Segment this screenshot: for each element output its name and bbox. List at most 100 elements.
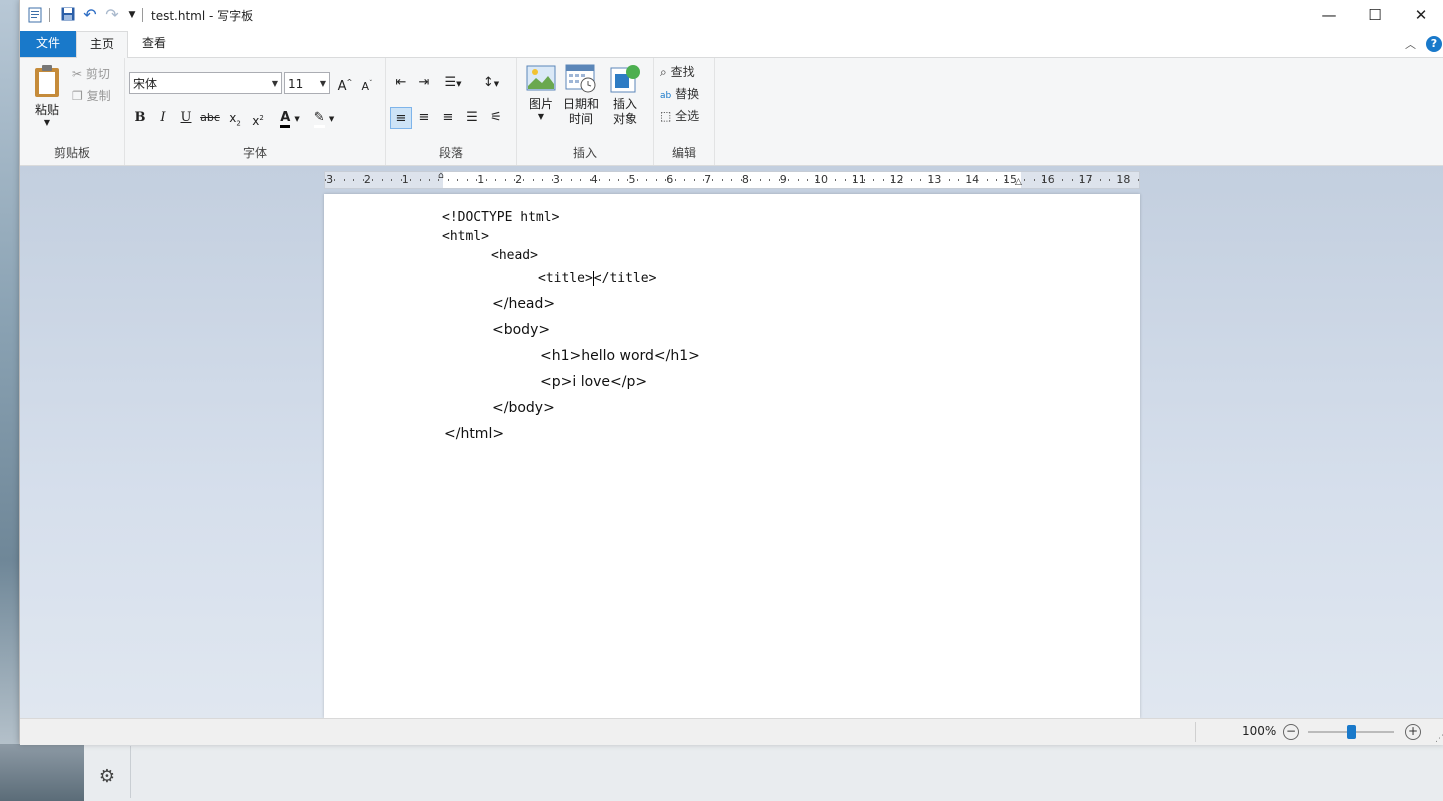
- ruler-tick: [929, 179, 931, 181]
- shrink-font-button[interactable]: Aˇ: [356, 72, 378, 94]
- underline-button[interactable]: U: [175, 107, 197, 129]
- zoom-level[interactable]: 100%: [1242, 724, 1276, 738]
- ruler-tick: [806, 179, 808, 181]
- datetime-label-line2: 时间: [568, 112, 593, 126]
- paste-chevron-down-icon[interactable]: ▼: [28, 118, 66, 127]
- status-bar: 100% − + ⋰: [20, 718, 1443, 745]
- paste-label: 粘贴: [34, 103, 59, 117]
- bold-icon: B: [134, 110, 146, 125]
- justify-icon: ☰: [466, 110, 478, 125]
- select-all-button[interactable]: ⬚ 全选: [660, 106, 699, 126]
- redo-icon[interactable]: ↷: [104, 7, 120, 23]
- wordpad-app-icon[interactable]: [27, 7, 43, 23]
- ruler-tick: [447, 179, 449, 181]
- resize-grip[interactable]: ⋰: [1435, 734, 1443, 744]
- ruler-tick: [901, 179, 903, 181]
- clipboard-icon: [28, 64, 66, 101]
- font-size-select[interactable]: 11 ▼: [284, 72, 330, 94]
- replace-button[interactable]: ab 替换: [660, 84, 699, 104]
- ruler-tick: [712, 179, 714, 181]
- ruler-tick: [1024, 179, 1026, 181]
- ruler-tick: [362, 179, 364, 181]
- grow-font-button[interactable]: A^: [334, 72, 356, 94]
- insert-group-label: 插入: [572, 146, 597, 160]
- collapse-ribbon-chevron-up-icon[interactable]: ︿: [1405, 36, 1416, 52]
- find-button[interactable]: ⌕ 查找: [660, 62, 695, 82]
- ruler-tick: [1109, 179, 1111, 181]
- save-icon[interactable]: [60, 7, 76, 23]
- divider: [130, 746, 131, 798]
- insert-datetime-button[interactable]: 日期和 时间: [561, 64, 601, 127]
- font-color-button[interactable]: A ▼: [275, 107, 305, 129]
- undo-icon[interactable]: ↶: [82, 7, 98, 23]
- paste-button[interactable]: 粘贴 ▼: [28, 64, 66, 134]
- align-center-button[interactable]: ≡: [413, 107, 435, 129]
- document-line: <!DOCTYPE html>: [442, 210, 560, 225]
- align-right-button[interactable]: ≡: [437, 107, 459, 129]
- ruler[interactable]: 3 2 1 1 2 3 4 5 6 7 8 9 10 11 12 13 14 15 16 17 18 ⌂ △: [324, 171, 1140, 189]
- ruler-tick: [797, 179, 799, 181]
- superscript-button[interactable]: x2: [247, 107, 269, 129]
- binoculars-icon: ⌕: [660, 65, 667, 79]
- subscript-icon: x2: [229, 111, 241, 128]
- zoom-in-button[interactable]: +: [1405, 724, 1421, 740]
- tab-home[interactable]: 主页: [76, 31, 128, 58]
- first-line-indent-marker[interactable]: ⌂: [438, 172, 444, 181]
- ruler-tick: [882, 179, 884, 181]
- ruler-tick: [910, 179, 912, 181]
- gear-icon[interactable]: ⚙: [96, 766, 118, 788]
- strikethrough-button[interactable]: abc: [199, 107, 221, 129]
- justify-button[interactable]: ☰: [461, 107, 483, 129]
- superscript-icon: x2: [252, 114, 264, 128]
- cut-button[interactable]: ✂ 剪切: [72, 64, 110, 84]
- bold-button[interactable]: B: [129, 107, 151, 129]
- zoom-slider[interactable]: [1308, 725, 1394, 739]
- bullet-list-button[interactable]: ☰▼: [438, 72, 468, 94]
- tab-view[interactable]: 查看: [126, 31, 182, 57]
- ruler-left-margin: [325, 172, 443, 188]
- divider: [49, 8, 50, 22]
- ruler-tick: [457, 179, 459, 181]
- highlight-color-button[interactable]: ✎ ▼: [309, 107, 339, 129]
- highlighter-icon: ✎: [313, 111, 325, 128]
- tab-file[interactable]: 文件: [20, 31, 76, 57]
- close-button[interactable]: ✕: [1398, 0, 1443, 31]
- editing-group-label: 编辑: [671, 146, 696, 160]
- insert-object-button[interactable]: 插入 对象: [607, 64, 643, 127]
- document-area: 3 2 1 1 2 3 4 5 6 7 8 9 10 11 12 13 14 15 16 17 18 ⌂ △ <!DOC…: [20, 166, 1443, 718]
- zoom-out-button[interactable]: −: [1283, 724, 1299, 740]
- font-family-select[interactable]: 宋体 ▼: [129, 72, 282, 94]
- chevron-down-icon: ▼: [493, 80, 500, 88]
- bullet-list-icon: ☰: [444, 75, 457, 90]
- chevron-down-icon: ▼: [328, 115, 335, 123]
- settings-strip: [0, 744, 1443, 801]
- maximize-button[interactable]: ☐: [1352, 0, 1398, 31]
- ruler-tick: [466, 179, 468, 181]
- decrease-indent-icon: ⇤: [395, 75, 407, 90]
- align-center-icon: ≡: [418, 110, 430, 125]
- zoom-slider-thumb[interactable]: [1347, 725, 1356, 739]
- paragraph-settings-button[interactable]: ⚟: [485, 107, 507, 129]
- chevron-down-icon: ▼: [319, 79, 326, 88]
- ruler-tick: [495, 179, 497, 181]
- document-line: <head>: [491, 248, 538, 263]
- customize-toolbar-chevron-down-icon[interactable]: ▼: [124, 7, 140, 23]
- document-page[interactable]: <!DOCTYPE html> <html> <head> <title></t…: [324, 194, 1140, 718]
- ruler-tick: [665, 179, 667, 181]
- ruler-tick: [1052, 179, 1054, 181]
- insert-group: 图片 ▼ 日期和 时间 插入 对象 插入: [517, 58, 654, 165]
- ruler-tick: [410, 179, 412, 181]
- increase-indent-button[interactable]: ⇥: [413, 72, 435, 94]
- insert-picture-button[interactable]: 图片 ▼: [525, 64, 557, 121]
- font-group-label: 字体: [242, 146, 267, 160]
- align-left-button[interactable]: ≡: [390, 107, 412, 129]
- editing-group: ⌕ 查找 ab 替换 ⬚ 全选 编辑: [654, 58, 715, 165]
- help-button[interactable]: ?: [1426, 36, 1442, 52]
- copy-button[interactable]: ❐ 复制: [72, 86, 111, 106]
- italic-button[interactable]: I: [152, 107, 174, 129]
- decrease-indent-button[interactable]: ⇤: [390, 72, 412, 94]
- line-spacing-button[interactable]: ↕▼: [476, 72, 506, 94]
- minimize-button[interactable]: —: [1306, 0, 1352, 31]
- right-indent-marker[interactable]: △: [1015, 177, 1022, 187]
- subscript-button[interactable]: x2: [224, 107, 246, 129]
